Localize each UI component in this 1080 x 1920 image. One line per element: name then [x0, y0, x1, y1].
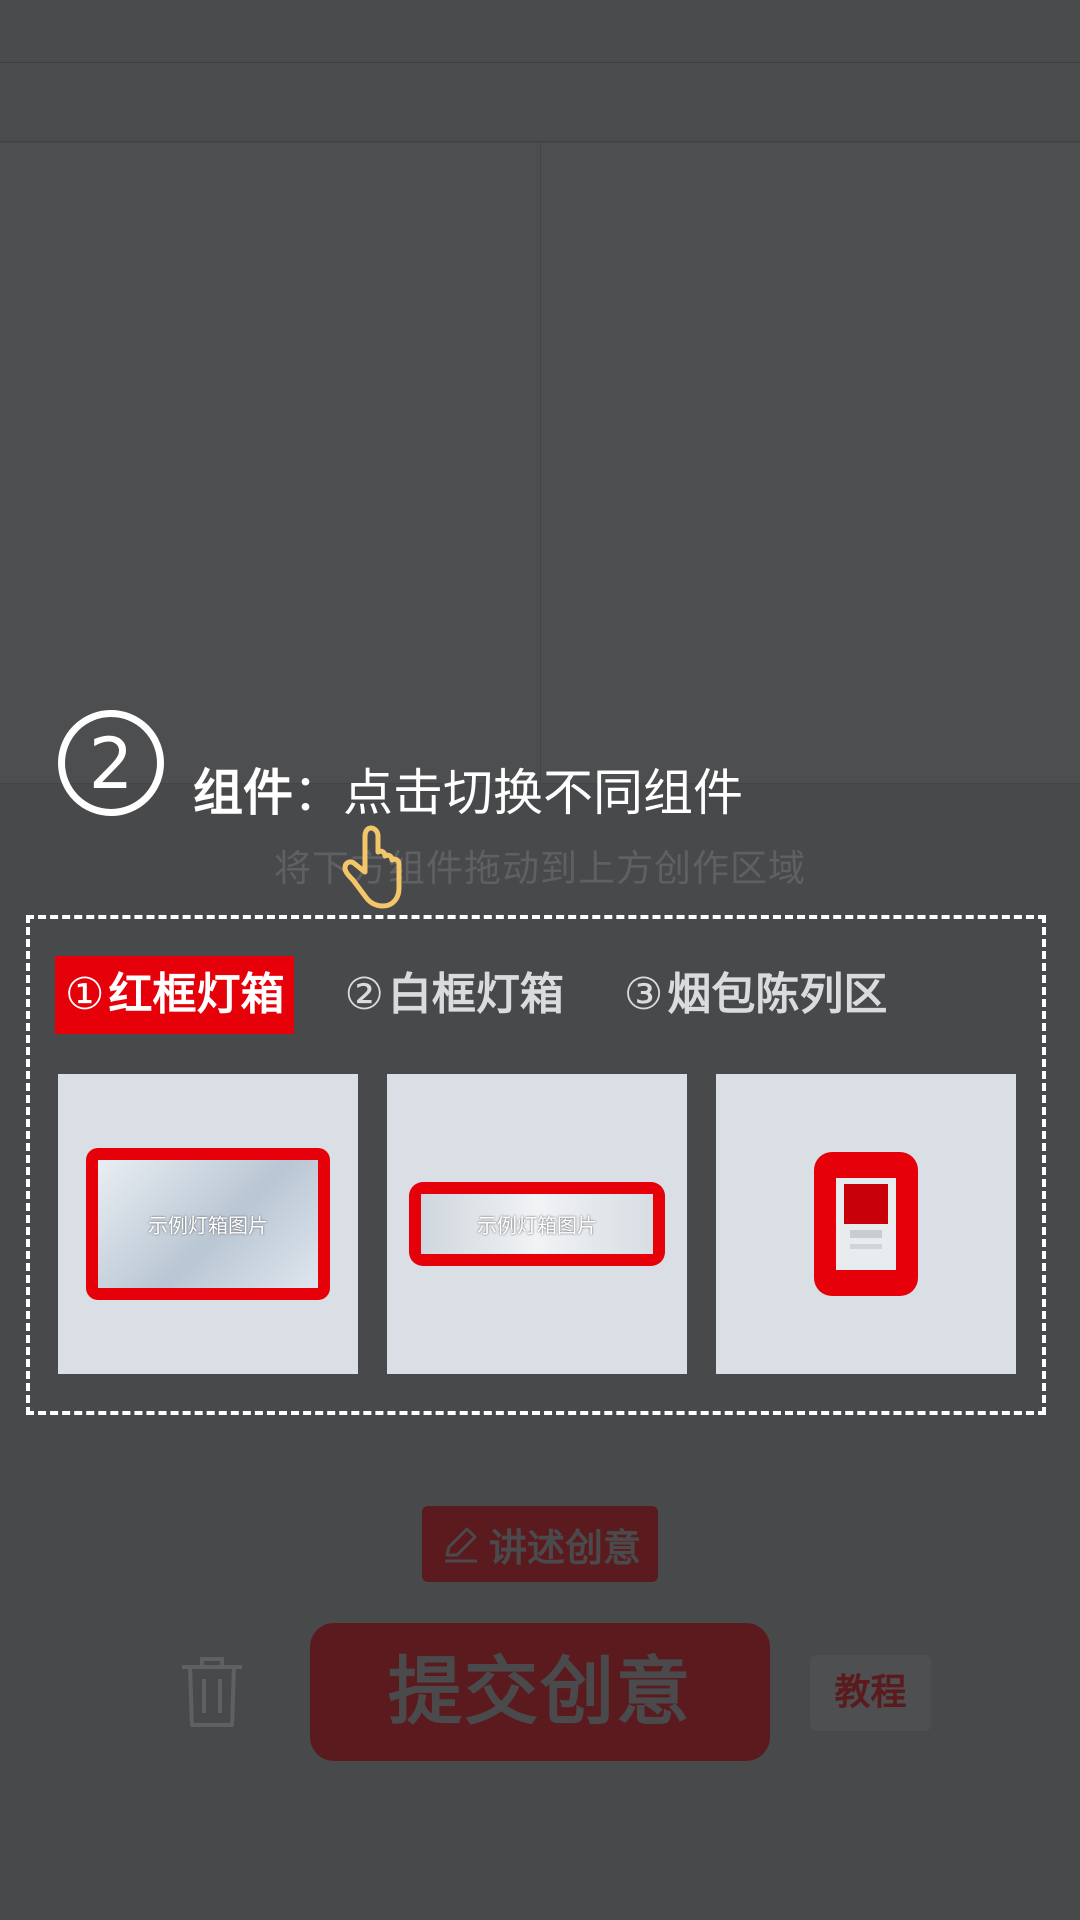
tab-number: ③ — [623, 969, 664, 1020]
red-frame: 示例灯箱图片 — [409, 1182, 665, 1266]
drag-hint-text: 将下方组件拖动到上方创作区域 — [274, 847, 806, 890]
tell-idea-label: 讲述创意 — [488, 1525, 641, 1570]
step-number-badge: 2 — [58, 710, 164, 816]
card-label: 示例灯箱图片 — [477, 1213, 597, 1238]
card-label: 示例灯箱图片 — [148, 1213, 268, 1238]
component-tabs: ①红框灯箱 ②白框灯箱 ③烟包陈列区 — [55, 956, 937, 1034]
lightbox-image: 示例灯箱图片 — [98, 1160, 318, 1288]
tab-label: 烟包陈列区 — [667, 969, 888, 1020]
trash-icon[interactable] — [176, 1651, 248, 1731]
tab-white-frame-lightbox[interactable]: ②白框灯箱 — [334, 956, 573, 1034]
cigarette-pack-image — [836, 1178, 896, 1270]
creation-area-left — [0, 143, 541, 784]
red-frame: 示例灯箱图片 — [86, 1148, 330, 1300]
component-card-banner-lightbox[interactable]: 示例灯箱图片 — [387, 1074, 687, 1374]
pack-text-line — [850, 1230, 882, 1238]
tab-label: 红框灯箱 — [108, 969, 285, 1020]
lightbox-image: 示例灯箱图片 — [421, 1194, 653, 1254]
top-bar — [0, 0, 1080, 63]
tab-number: ② — [344, 969, 384, 1020]
red-frame — [814, 1152, 918, 1296]
submit-idea-button[interactable]: 提交创意 — [310, 1623, 770, 1761]
guide-title-bold: 组件 — [193, 764, 293, 822]
guide-title-rest: 点击切换不同组件 — [343, 764, 743, 822]
component-card-pack-display[interactable] — [716, 1074, 1016, 1374]
component-card-landscape-lightbox[interactable]: 示例灯箱图片 — [58, 1074, 358, 1374]
tab-label: 白框灯箱 — [387, 969, 564, 1020]
tutorial-button[interactable]: 教程 — [810, 1655, 931, 1731]
component-list: 示例灯箱图片 示例灯箱图片 — [58, 1074, 1016, 1374]
pack-text-line — [850, 1244, 882, 1249]
hand-pointer-icon — [342, 825, 402, 909]
guide-title: 组件：点击切换不同组件 — [193, 753, 743, 825]
tell-idea-button[interactable]: 讲述创意 — [422, 1506, 658, 1582]
toolbar — [0, 63, 1080, 142]
pack-top — [844, 1184, 888, 1224]
guide-title-separator: ： — [293, 764, 343, 822]
creation-area-right — [541, 143, 1080, 784]
tab-number: ① — [65, 969, 105, 1020]
tab-cigarette-display[interactable]: ③烟包陈列区 — [614, 956, 897, 1034]
tab-red-frame-lightbox[interactable]: ①红框灯箱 — [55, 956, 295, 1034]
pencil-icon — [444, 1527, 477, 1563]
